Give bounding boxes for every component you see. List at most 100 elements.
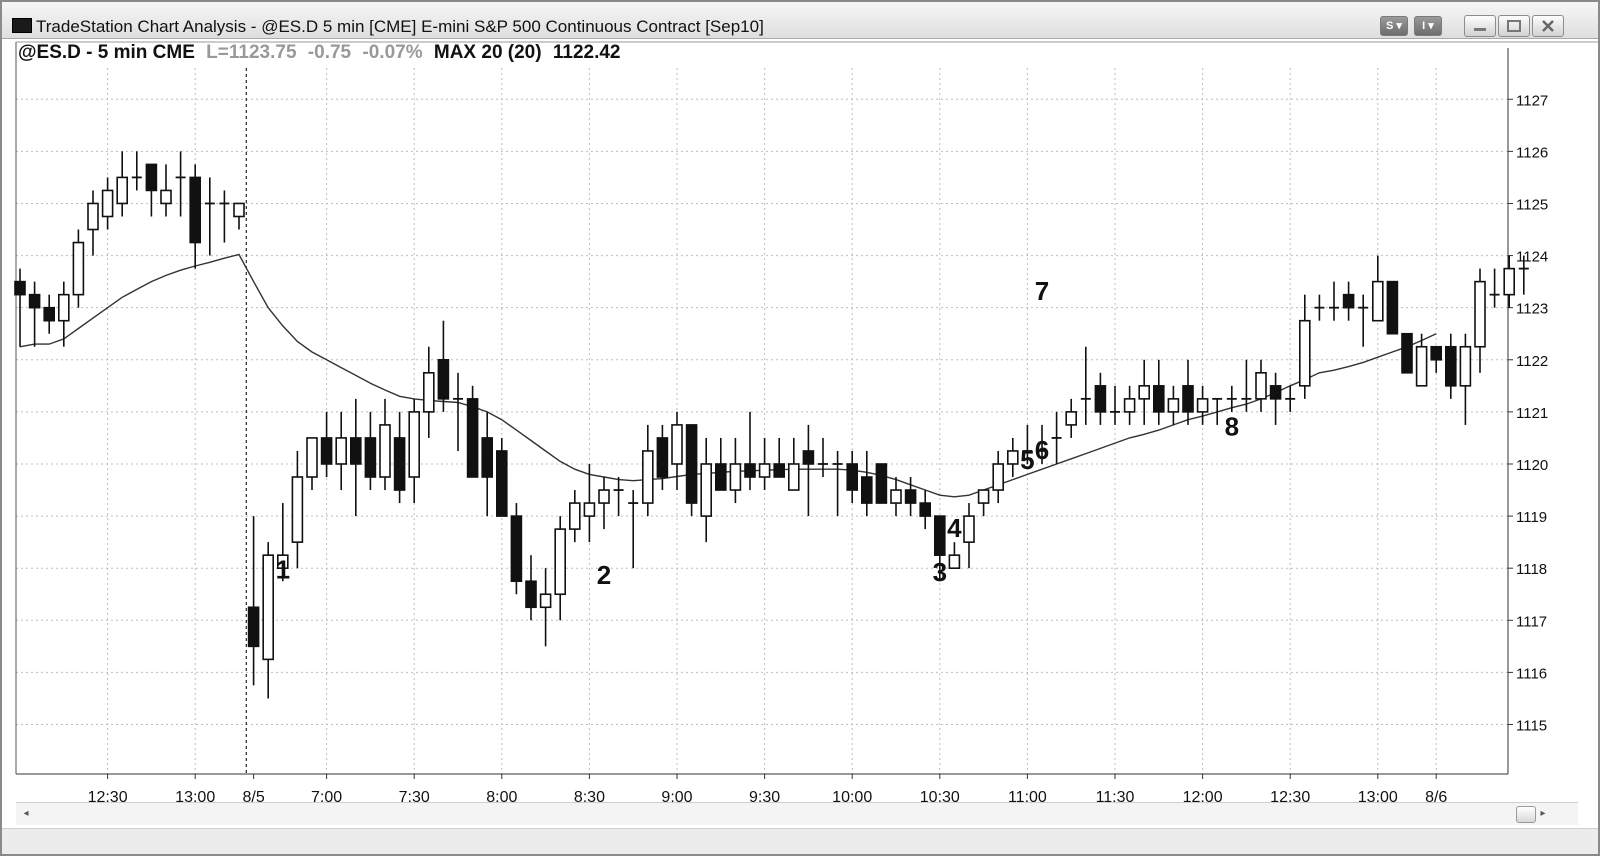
candle-down bbox=[802, 450, 815, 465]
candle-up bbox=[1255, 372, 1267, 400]
time-tick-label: 8:30 bbox=[574, 789, 605, 802]
candle-up bbox=[671, 424, 683, 465]
candle-down bbox=[1269, 385, 1282, 400]
candle-down bbox=[466, 398, 479, 478]
candle-down bbox=[525, 580, 537, 609]
candle-down bbox=[773, 463, 786, 478]
bar-annotation: 4 bbox=[947, 513, 962, 543]
bar-annotation: 3 bbox=[933, 557, 947, 587]
price-tick-label: 1127 bbox=[1516, 92, 1548, 109]
scroll-right-arrow-icon[interactable]: ▸ bbox=[1536, 807, 1550, 821]
candle-up bbox=[1123, 398, 1136, 413]
candle-down bbox=[656, 437, 669, 478]
price-tick-label: 1117 bbox=[1516, 613, 1547, 630]
price-tick-label: 1123 bbox=[1516, 301, 1548, 318]
candle-down bbox=[744, 463, 756, 478]
candle-up bbox=[598, 489, 610, 504]
candle-down bbox=[43, 306, 56, 322]
candle-down bbox=[846, 463, 859, 491]
candle-up bbox=[1196, 398, 1209, 413]
candle-up bbox=[335, 437, 348, 465]
time-tick-label: 8/5 bbox=[242, 789, 264, 802]
time-tick-label: 12:30 bbox=[88, 789, 128, 802]
candle-up bbox=[1415, 345, 1428, 387]
bar-annotation: 2 bbox=[597, 560, 611, 590]
candle-up bbox=[1503, 267, 1515, 296]
time-tick-label: 7:00 bbox=[311, 789, 342, 802]
time-tick-label: 12:00 bbox=[1183, 789, 1223, 802]
time-tick-label: 8:00 bbox=[486, 789, 517, 802]
candle-down bbox=[28, 293, 41, 309]
candle-up bbox=[1459, 345, 1472, 387]
price-tick-label: 1116 bbox=[1516, 665, 1547, 682]
candle-down bbox=[247, 606, 260, 648]
candle-down bbox=[1386, 280, 1399, 335]
candle-down bbox=[1182, 385, 1194, 413]
time-tick-label: 9:00 bbox=[661, 789, 692, 802]
candle-up bbox=[758, 463, 771, 478]
time-tick-label: 10:00 bbox=[832, 789, 872, 802]
candle-down bbox=[685, 424, 698, 504]
candle-up bbox=[568, 502, 581, 530]
price-tick-label: 1126 bbox=[1516, 144, 1548, 161]
candle-down bbox=[481, 437, 494, 478]
chart-window: TradeStation Chart Analysis - @ES.D 5 mi… bbox=[0, 0, 1600, 856]
scroll-thumb[interactable] bbox=[1516, 806, 1536, 823]
time-tick-label: 13:00 bbox=[1358, 789, 1398, 802]
candle-up bbox=[57, 293, 70, 322]
candle-up bbox=[262, 554, 275, 661]
candle-up bbox=[1167, 398, 1180, 413]
price-tick-label: 1125 bbox=[1516, 196, 1548, 213]
time-tick-label: 8/6 bbox=[1425, 789, 1447, 802]
price-tick-label: 1115 bbox=[1516, 718, 1547, 735]
time-tick-label: 12:30 bbox=[1270, 789, 1310, 802]
candle-up bbox=[233, 202, 245, 218]
price-chart[interactable]: 1115 1116 1117 1118 1119 1120 1121 1122 1123 1124… bbox=[2, 2, 1598, 802]
candle-up bbox=[1006, 450, 1019, 465]
time-tick-label: 7:30 bbox=[399, 789, 430, 802]
bar-annotation: 8 bbox=[1225, 411, 1239, 441]
candle-down bbox=[14, 280, 26, 296]
time-tick-label: 9:30 bbox=[749, 789, 780, 802]
price-tick-label: 1120 bbox=[1516, 457, 1548, 474]
price-tick-label: 1119 bbox=[1516, 509, 1547, 526]
price-tick-label: 1122 bbox=[1516, 353, 1548, 370]
candle-down bbox=[904, 489, 917, 504]
candle-up bbox=[700, 463, 713, 517]
candle-up bbox=[539, 593, 552, 609]
candle-up bbox=[408, 411, 421, 478]
candle-up bbox=[992, 463, 1005, 491]
candle-down bbox=[393, 437, 406, 491]
bar-annotation: 6 bbox=[1035, 435, 1049, 465]
candle-down bbox=[1401, 332, 1413, 374]
price-tick-label: 1121 bbox=[1516, 405, 1548, 422]
candle-up bbox=[306, 437, 318, 478]
candle-down bbox=[1342, 293, 1355, 309]
candle-down bbox=[495, 450, 508, 517]
candle-down bbox=[1153, 385, 1165, 413]
price-tick-label: 1118 bbox=[1516, 561, 1547, 578]
candle-down bbox=[860, 476, 873, 504]
candle-up bbox=[422, 372, 435, 413]
candle-up bbox=[977, 489, 990, 504]
candle-up bbox=[583, 502, 596, 517]
candle-up bbox=[1138, 385, 1150, 400]
time-tick-label: 10:30 bbox=[920, 789, 960, 802]
price-tick-label: 1124 bbox=[1516, 249, 1548, 266]
scroll-left-arrow-icon[interactable]: ◂ bbox=[19, 807, 33, 821]
candle-down bbox=[875, 463, 888, 504]
candle-down bbox=[189, 176, 201, 244]
candle-down bbox=[933, 515, 946, 556]
candle-down bbox=[349, 437, 362, 465]
candle-up bbox=[291, 476, 304, 543]
horizontal-scrollbar[interactable]: ◂ ▸ bbox=[16, 802, 1578, 825]
candle-up bbox=[101, 189, 114, 218]
candle-up bbox=[1474, 280, 1486, 348]
candle-down bbox=[714, 463, 727, 491]
bar-annotation: 5 bbox=[1020, 445, 1034, 475]
candle-down bbox=[510, 515, 523, 583]
time-tick-label: 13:00 bbox=[175, 789, 215, 802]
candle-down bbox=[1094, 385, 1107, 413]
moving-average-line bbox=[19, 253, 1437, 498]
candle-up bbox=[87, 202, 99, 231]
